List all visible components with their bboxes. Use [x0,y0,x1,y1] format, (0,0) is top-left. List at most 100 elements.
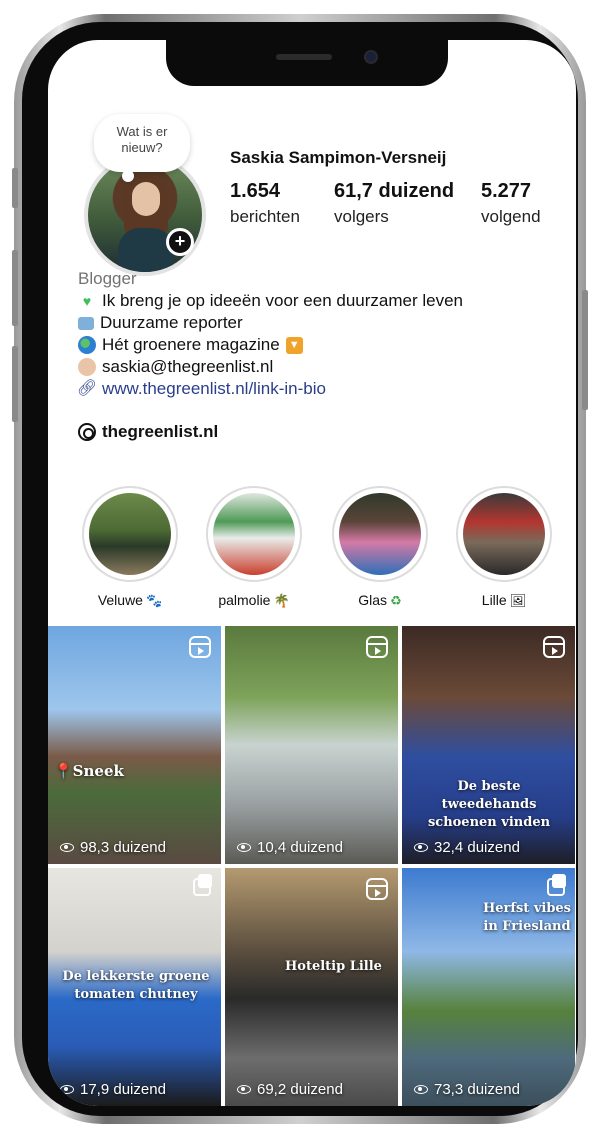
mute-switch [12,168,18,208]
recycle-icon: ♻ [390,593,402,608]
bio-text: Duurzame reporter [100,313,243,332]
view-count-text: 10,4 duizend [257,839,343,856]
view-count-text: 73,3 duizend [434,1081,520,1098]
post-caption: 📍Sneek [54,762,124,780]
followers-label: volgers [334,207,389,226]
username: Saskia Sampimon-Versneij [230,148,447,167]
highlight-lille[interactable]: Lille 🖼 [454,486,554,609]
highlight-ring [82,486,178,582]
eye-icon [414,1085,428,1094]
highlight-image [89,493,171,575]
view-count-text: 17,9 duizend [80,1081,166,1098]
carousel-icon [193,874,212,896]
posts-count: 1.654 [230,180,281,202]
highlight-label-text: palmolie [218,592,271,608]
paw-icon: 🐾 [145,593,163,608]
framed-picture-icon: 🖼 [509,593,527,608]
note-line: nieuw? [121,140,163,155]
following-count: 5.277 [481,180,532,202]
eye-icon [60,1085,74,1094]
bio-email[interactable]: saskia@thegreenlist.nl [102,356,273,378]
highlight-veluwe[interactable]: Veluwe 🐾 [80,486,180,609]
photo-face [132,182,160,216]
posts-stat[interactable]: 1.654 berichten [230,180,300,227]
bio-link[interactable]: 🔗︎ www.thegreenlist.nl/link-in-bio [76,378,558,400]
tv-icon [78,316,94,330]
highlight-label-text: Veluwe [97,592,143,608]
posts-label: berichten [230,207,300,226]
highlight-label: Glas ♻ [330,592,430,609]
photo-body [118,228,174,272]
carousel-icon [547,874,566,896]
post-tile[interactable]: De lekkerste groene tomaten chutney 17,9… [48,868,221,1106]
note-bubble-tail [122,170,134,182]
highlight-glas[interactable]: Glas ♻ [330,486,430,609]
instagram-profile-screen: Wat is er nieuw? + Saskia Sampimon-Versn… [48,40,576,1106]
view-count: 69,2 duizend [237,1081,343,1098]
post-caption: De beste tweedehands schoenen vinden [427,779,551,830]
bio-line: Duurzame reporter [78,312,558,334]
view-count: 73,3 duizend [414,1081,520,1098]
highlight-image [339,493,421,575]
highlight-palmolie[interactable]: palmolie 🌴 [204,486,304,609]
highlight-image [463,493,545,575]
eye-icon [60,843,74,852]
highlight-ring [206,486,302,582]
post-tile[interactable]: 📍Sneek 98,3 duizend [48,626,221,864]
reel-icon [189,636,211,658]
note-bubble[interactable]: Wat is er nieuw? [94,114,190,182]
highlight-label: Veluwe 🐾 [80,592,180,609]
reel-icon [366,636,388,658]
globe-icon [78,336,96,354]
followers-count: 61,7 duizend [334,180,455,202]
bio: Blogger ♥ Ik breng je op ideeën voor een… [76,268,558,400]
highlight-label-text: Lille [481,592,507,608]
post-caption: Herfst vibes in Friesland [482,901,572,934]
power-button [582,290,588,410]
view-count: 10,4 duizend [237,839,343,856]
eye-icon [237,843,251,852]
note-line: Wat is er [116,124,168,139]
followers-stat[interactable]: 61,7 duizend volgers [334,180,454,227]
palm-tree-icon: 🌴 [273,593,290,608]
bio-link-text: www.thegreenlist.nl/link-in-bio [102,379,326,398]
threads-link[interactable]: thegreenlist.nl [78,422,218,442]
bio-text: Ik breng je op ideeën voor een duurzamer… [102,291,464,310]
highlight-ring [332,486,428,582]
notch [166,40,448,86]
bio-line: ♥ Ik breng je op ideeën voor een duurzam… [78,290,558,312]
green-heart-icon: ♥ [82,293,92,309]
post-tile[interactable]: De beste tweedehands schoenen vinden 32,… [402,626,575,864]
post-tile[interactable]: 10,4 duizend [225,626,398,864]
post-caption: Hoteltip Lille [285,959,382,974]
view-count: 32,4 duizend [414,839,520,856]
speaker [276,54,332,60]
view-count: 17,9 duizend [60,1081,166,1098]
highlight-label: palmolie 🌴 [204,592,304,609]
eye-icon [237,1085,251,1094]
highlight-label-text: Glas [358,592,388,608]
following-stat[interactable]: 5.277 volgend [481,180,541,227]
add-story-button[interactable]: + [166,228,194,256]
volume-up-button [12,250,18,326]
down-arrow-icon: ▼ [285,336,303,354]
threads-handle: thegreenlist.nl [102,422,219,441]
link-icon: 🔗︎ [76,380,98,397]
bio-text: Hét groenere magazine [102,335,280,354]
front-camera [364,50,378,64]
post-tile[interactable]: Hoteltip Lille 69,2 duizend [225,868,398,1106]
post-tile[interactable]: Herfst vibes in Friesland 73,3 duizend [402,868,575,1106]
view-count: 98,3 duizend [60,839,166,856]
bio-line: Hét groenere magazine ▼ [78,334,558,356]
highlight-image [213,493,295,575]
view-count-text: 69,2 duizend [257,1081,343,1098]
highlight-ring [456,486,552,582]
eye-icon [414,843,428,852]
woman-icon [78,358,96,376]
volume-down-button [12,346,18,422]
category: Blogger [78,269,137,288]
reel-icon [366,878,388,900]
following-label: volgend [481,207,541,226]
bio-line: saskia@thegreenlist.nl [78,356,558,378]
avatar[interactable] [84,154,206,276]
